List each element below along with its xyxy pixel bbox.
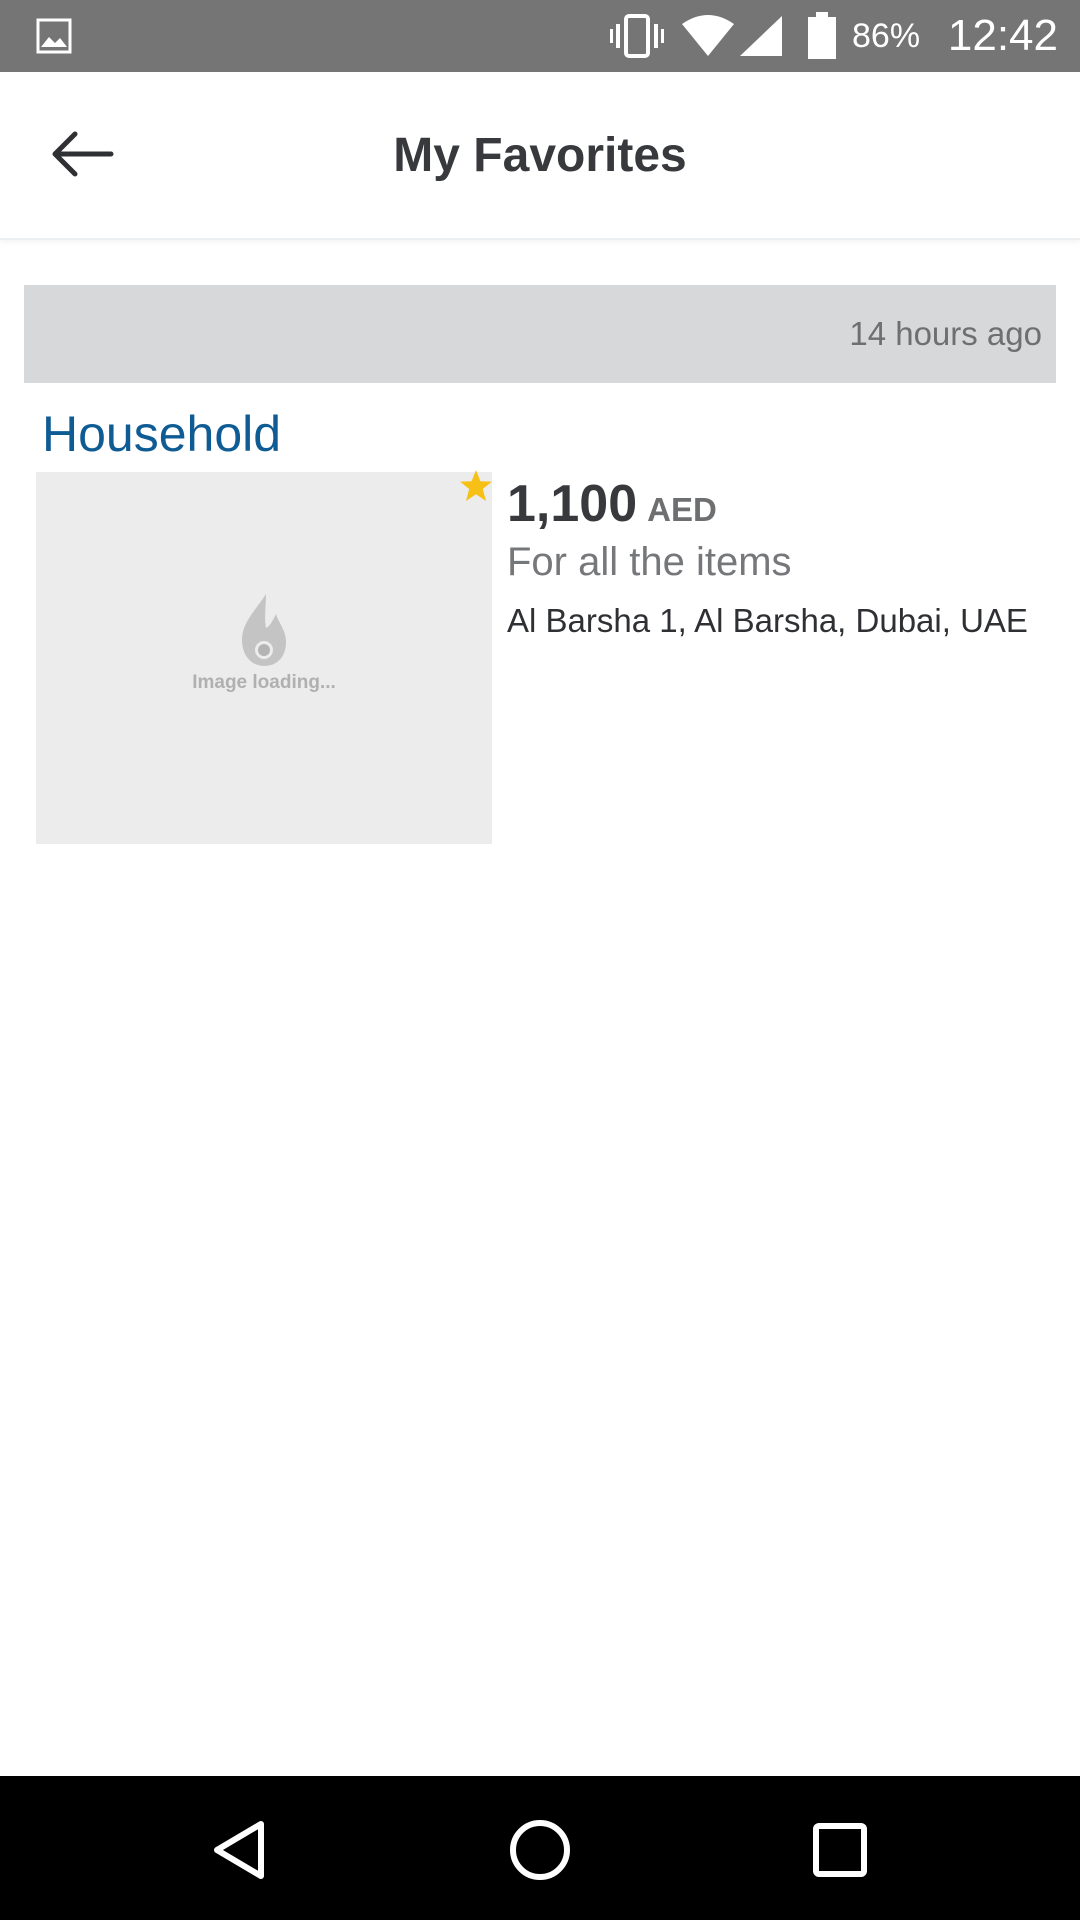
battery-percentage: 86% (852, 17, 921, 55)
square-recents-icon (813, 1823, 867, 1877)
date-section-header: 14 hours ago (24, 285, 1056, 383)
circle-home-icon (510, 1820, 570, 1880)
star-icon[interactable] (458, 468, 494, 504)
signal-icon (740, 16, 782, 56)
listing-image[interactable]: Image loading... (36, 472, 492, 844)
battery-icon (808, 12, 836, 59)
flame-placeholder-icon (242, 594, 286, 666)
status-bar: 86% 12:42 (0, 0, 1080, 72)
price-amount: 1,100 (507, 475, 638, 533)
nav-back-button[interactable] (197, 1808, 281, 1892)
listing-location: Al Barsha 1, Al Barsha, Dubai, UAE (507, 602, 1028, 639)
wifi-icon (682, 15, 734, 56)
price-row: 1,100 AED (507, 474, 717, 534)
listing-subtitle: For all the items (507, 540, 792, 584)
nav-home-button[interactable] (498, 1808, 582, 1892)
time-ago-label: 14 hours ago (849, 315, 1042, 352)
gallery-icon (36, 18, 72, 54)
page-title: My Favorites (393, 129, 687, 182)
arrow-left-icon (52, 131, 114, 177)
nav-recents-button[interactable] (798, 1808, 882, 1892)
price-currency: AED (647, 491, 717, 528)
toolbar: My Favorites (0, 72, 1080, 240)
listing-category[interactable]: Household (42, 404, 281, 464)
favorite-listing-card[interactable]: Household Image loading... 1,100 AED For … (0, 390, 1080, 850)
triangle-back-icon (214, 1821, 264, 1879)
back-button[interactable] (40, 116, 124, 192)
system-nav-bar (0, 1776, 1080, 1920)
clock: 12:42 (947, 11, 1058, 60)
image-loading-text: Image loading... (192, 672, 336, 693)
vibrate-icon (610, 14, 664, 58)
